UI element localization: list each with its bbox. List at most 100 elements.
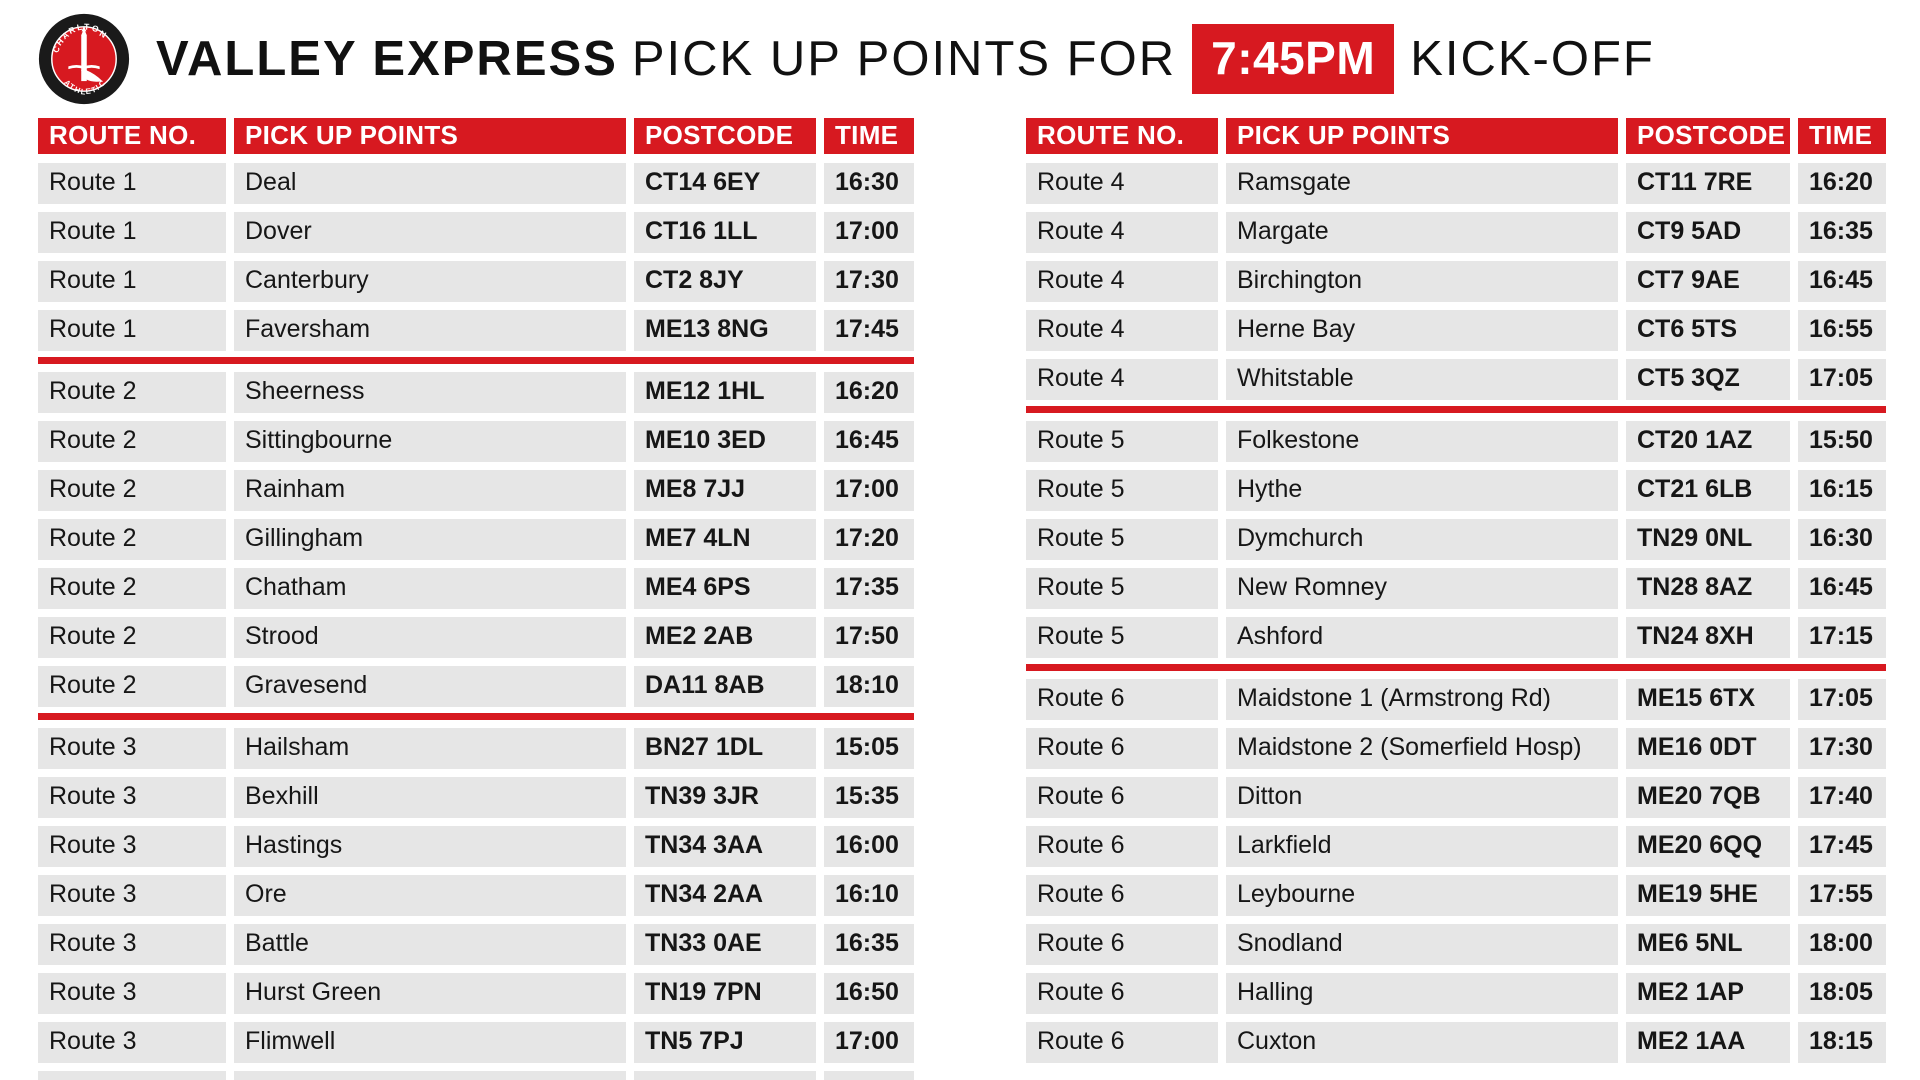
- cell-time: 15:50: [1798, 421, 1886, 462]
- cell-time: 16:10: [824, 875, 914, 916]
- cell-time: 17:30: [824, 261, 914, 302]
- header-spacer: [1026, 154, 1886, 163]
- cell-pick-up-point: Ashford: [1226, 617, 1618, 658]
- cell-route-no: Route 2: [38, 568, 226, 609]
- col-header-time: TIME: [824, 118, 914, 154]
- cell-route-no: Route 2: [38, 421, 226, 462]
- cell-time: 17:45: [1798, 826, 1886, 867]
- cell-postcode: TN34 2AA: [634, 875, 816, 916]
- cell-route-no: Route 2: [38, 470, 226, 511]
- cell-time: 17:15: [1798, 617, 1886, 658]
- cell-route-no: Route 6: [1026, 679, 1218, 720]
- cell-pick-up-point: New Romney: [1226, 568, 1618, 609]
- charlton-athletic-crest-icon: C H A R L T O N A T H L E T I C: [38, 13, 130, 105]
- cell-postcode: ME16 0DT: [1626, 728, 1790, 769]
- cell-postcode: TN39 3JR: [634, 777, 816, 818]
- cell-pick-up-point: Maidstone 1 (Armstrong Rd): [1226, 679, 1618, 720]
- cell-route-no: Route 2: [38, 617, 226, 658]
- cell-route-no: Route 1: [38, 261, 226, 302]
- cell-route-no: Route 4: [1026, 359, 1218, 400]
- row-spacer: [1026, 916, 1886, 924]
- title-brand: VALLEY EXPRESS: [156, 31, 618, 86]
- cell-postcode: ME2 1AA: [1626, 1022, 1790, 1063]
- cell-pick-up-point: Whitstable: [1226, 359, 1618, 400]
- cell-route-no: Route 6: [1026, 1022, 1218, 1063]
- cell-pick-up-point: Bexhill: [234, 777, 626, 818]
- cell-pick-up-point: Maidstone 2 (Somerfield Hosp): [1226, 728, 1618, 769]
- row-spacer: [1026, 1014, 1886, 1022]
- cell-time: 16:15: [1798, 470, 1886, 511]
- row-spacer: [38, 1063, 914, 1071]
- cell-time: 17:20: [824, 519, 914, 560]
- pickup-tables: ROUTE NO. PICK UP POINTS POSTCODE TIME Route…: [0, 118, 1920, 1080]
- cell-route-no: Route 3: [38, 875, 226, 916]
- cell-postcode: CT6 5TS: [1626, 310, 1790, 351]
- cell-pick-up-point: Leybourne: [1226, 875, 1618, 916]
- cell-route-no: Route 6: [1026, 973, 1218, 1014]
- cell-time: 17:50: [824, 617, 914, 658]
- cell-route-no: Route 5: [1026, 519, 1218, 560]
- cell-postcode: ME4 6PS: [634, 568, 816, 609]
- cell-postcode: ME2 2AB: [634, 617, 816, 658]
- cell-postcode: TN19 7PN: [634, 973, 816, 1014]
- cell-time: 16:55: [1798, 310, 1886, 351]
- cell-pick-up-point: Larkfield: [1226, 826, 1618, 867]
- valley-express-poster: C H A R L T O N A T H L E T I C VALLEY E…: [0, 0, 1920, 1080]
- row-spacer: [1026, 720, 1886, 728]
- cell-pick-up-point: Gillingham: [234, 519, 626, 560]
- cell-postcode: CT16 1LL: [634, 212, 816, 253]
- row-spacer: [1026, 769, 1886, 777]
- cell-route-no: Route 2: [38, 372, 226, 413]
- cell-route-no: Route 5: [1026, 421, 1218, 462]
- cell-time: 15:05: [824, 728, 914, 769]
- cell-pick-up-point: Sittingbourne: [234, 421, 626, 462]
- cell-route-no: Route 5: [1026, 568, 1218, 609]
- row-spacer: [1026, 351, 1886, 359]
- cell-route-no: Route 4: [1026, 163, 1218, 204]
- cell-pick-up-point: Herne Bay: [1226, 310, 1618, 351]
- cell-postcode: ME19 5HE: [1626, 875, 1790, 916]
- cell-time: 16:45: [824, 421, 914, 462]
- cell-route-no: Route 2: [38, 519, 226, 560]
- left-table: ROUTE NO. PICK UP POINTS POSTCODE TIME Route…: [38, 118, 918, 1080]
- cell-route-no: Route 3: [38, 728, 226, 769]
- cell-time: 17:40: [1798, 777, 1886, 818]
- cell-postcode: DA11 8AB: [634, 666, 816, 707]
- row-spacer: [1026, 511, 1886, 519]
- cell-time: 16:20: [1798, 163, 1886, 204]
- cell-time: 17:00: [824, 1022, 914, 1063]
- cell-pick-up-point: Pembury: [234, 1071, 626, 1080]
- row-spacer: [38, 769, 914, 777]
- row-spacer: [38, 818, 914, 826]
- cell-time: 17:00: [824, 470, 914, 511]
- cell-route-no: Route 4: [1026, 310, 1218, 351]
- cell-route-no: Route 3: [38, 973, 226, 1014]
- cell-pick-up-point: Ditton: [1226, 777, 1618, 818]
- cell-pick-up-point: Chatham: [234, 568, 626, 609]
- cell-pick-up-point: Snodland: [1226, 924, 1618, 965]
- cell-pick-up-point: Dover: [234, 212, 626, 253]
- cell-time: 17:35: [824, 568, 914, 609]
- col-header-route: ROUTE NO.: [38, 118, 226, 154]
- row-spacer: [38, 916, 914, 924]
- cell-pick-up-point: Hailsham: [234, 728, 626, 769]
- cell-postcode: CT2 8JY: [634, 261, 816, 302]
- cell-postcode: ME2 1AP: [1626, 973, 1790, 1014]
- cell-postcode: TN24 8XH: [1626, 617, 1790, 658]
- cell-pick-up-point: Battle: [234, 924, 626, 965]
- cell-postcode: CT14 6EY: [634, 163, 816, 204]
- cell-route-no: Route 3: [38, 1071, 226, 1080]
- route-group-divider: [1026, 664, 1886, 671]
- col-header-time: TIME: [1798, 118, 1886, 154]
- cell-postcode: ME7 4LN: [634, 519, 816, 560]
- cell-time: 17:30: [1798, 728, 1886, 769]
- cell-postcode: TN28 8AZ: [1626, 568, 1790, 609]
- cell-time: 18:15: [1798, 1022, 1886, 1063]
- row-spacer: [38, 253, 914, 261]
- cell-time: 18:00: [1798, 924, 1886, 965]
- cell-route-no: Route 6: [1026, 777, 1218, 818]
- cell-postcode: TN34 3AA: [634, 826, 816, 867]
- cell-time: 17:45: [824, 310, 914, 351]
- cell-pick-up-point: Hurst Green: [234, 973, 626, 1014]
- row-spacer: [1026, 818, 1886, 826]
